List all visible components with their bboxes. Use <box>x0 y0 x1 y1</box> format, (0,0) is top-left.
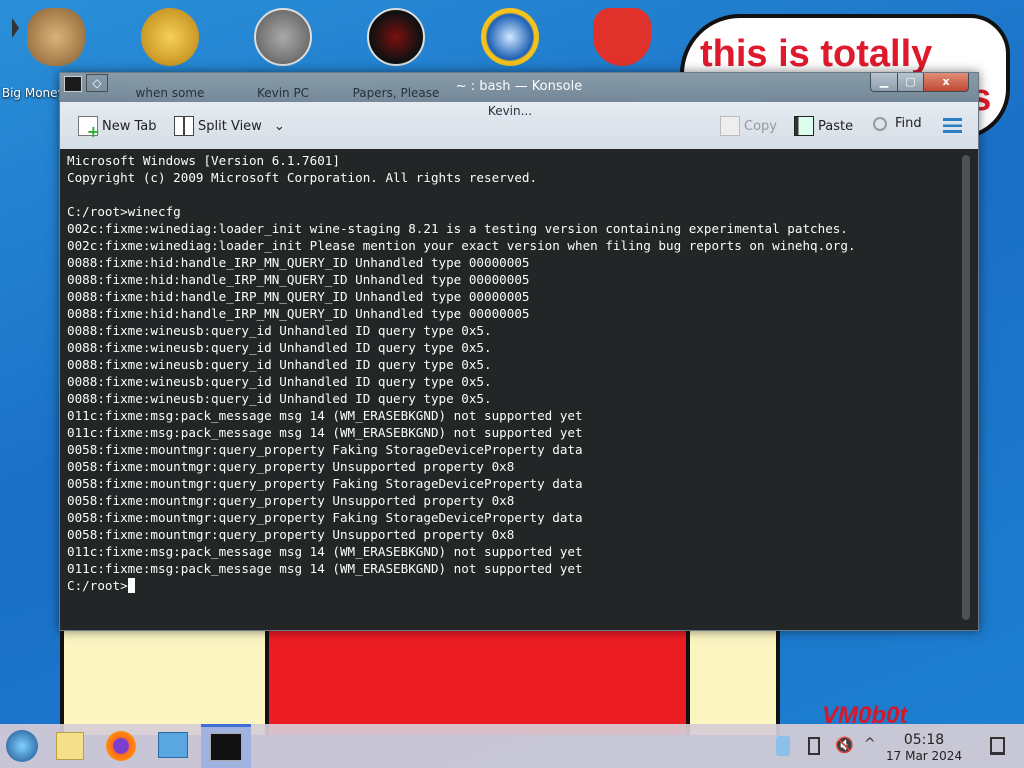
terminal-line: 0058:fixme:mountmgr:query_property Fakin… <box>67 510 583 525</box>
toolbar: + New Tab Split View ⌄ Copy Paste Find <box>60 102 978 149</box>
terminal-output[interactable]: Microsoft Windows [Version 6.1.7601] Copy… <box>60 149 978 630</box>
taskbar-control-panel[interactable] <box>153 728 193 764</box>
papers-please-icon <box>367 8 425 66</box>
desktop-icon-papers-please[interactable]: Papers, Please <box>341 8 451 100</box>
money-bag-icon <box>27 8 85 66</box>
file-manager-icon <box>56 732 84 760</box>
split-view-icon <box>174 116 194 136</box>
terminal-line: 0088:fixme:hid:handle_IRP_MN_QUERY_ID Un… <box>67 272 530 287</box>
globe-sun-icon <box>481 8 539 66</box>
terminal-line: 0088:fixme:hid:handle_IRP_MN_QUERY_ID Un… <box>67 306 530 321</box>
close-button[interactable]: x <box>923 73 969 92</box>
fox-icon <box>593 8 651 66</box>
terminal-prompt: C:/root> <box>67 578 128 593</box>
firefox-icon <box>106 731 136 761</box>
desktop-icon-r3dfox[interactable]: r3dfox <box>567 8 677 100</box>
new-tab-icon: + <box>78 116 100 140</box>
terminal-line: Microsoft Windows [Version 6.1.7601] <box>67 153 340 168</box>
volume-muted-icon[interactable]: 🔇 <box>835 736 854 754</box>
clock[interactable]: 05:18 17 Mar 2024 <box>886 732 962 763</box>
minimize-button[interactable]: ▁ <box>870 73 898 92</box>
text-cursor <box>127 578 135 593</box>
maximize-button[interactable]: ▢ <box>897 73 924 92</box>
taskbar-firefox[interactable] <box>101 728 141 764</box>
hamburger-menu-icon[interactable] <box>943 118 962 133</box>
clock-time: 05:18 <box>903 732 945 748</box>
terminal-line: 0058:fixme:mountmgr:query_property Fakin… <box>67 442 583 457</box>
title-bar[interactable]: ◇ ~ : bash — Konsole ▁ ▢ x <box>60 73 978 102</box>
terminal-line: 0088:fixme:wineusb:query_id Unhandled ID… <box>67 391 492 406</box>
terminal-line: 0088:fixme:wineusb:query_id Unhandled ID… <box>67 357 492 372</box>
konsole-icon <box>210 733 242 761</box>
clock-date: 17 Mar 2024 <box>886 749 963 763</box>
paste-button[interactable]: Paste <box>794 116 853 136</box>
terminal-line: 011c:fixme:msg:pack_message msg 14 (WM_E… <box>67 544 583 559</box>
control-panel-icon <box>158 732 188 758</box>
terminal-line: 0088:fixme:wineusb:query_id Unhandled ID… <box>67 340 492 355</box>
terminal-line: 0058:fixme:mountmgr:query_property Unsup… <box>67 527 515 542</box>
find-button[interactable]: Find <box>873 116 922 131</box>
taskbar-konsole[interactable] <box>201 724 251 768</box>
terminal-line: Copyright (c) 2009 Microsoft Corporation… <box>67 170 538 185</box>
terminal-line: 011c:fixme:msg:pack_message msg 14 (WM_E… <box>67 561 583 576</box>
taskbar: 🔇 ^ 05:18 17 Mar 2024 <box>0 724 1024 768</box>
gear-icon <box>141 8 199 66</box>
search-icon <box>873 116 887 131</box>
terminal-line: 0088:fixme:wineusb:query_id Unhandled ID… <box>67 323 492 338</box>
terminal-line: 0058:fixme:mountmgr:query_property Unsup… <box>67 493 515 508</box>
wallpaper-red-block <box>265 625 690 735</box>
copy-button[interactable]: Copy <box>720 116 777 136</box>
paste-icon <box>794 116 814 136</box>
konsole-window: ◇ ~ : bash — Konsole ▁ ▢ x + New Tab Spli… <box>59 72 979 631</box>
chevron-down-icon[interactable]: ⌄ <box>274 119 285 134</box>
network-tray-icon[interactable] <box>776 736 790 756</box>
start-orb-icon <box>6 730 38 762</box>
taskbar-file-manager[interactable] <box>50 728 90 764</box>
tray-expand-icon[interactable]: ^ <box>864 736 876 752</box>
terminal-line: C:/root>winecfg <box>67 204 181 219</box>
terminal-line: 0088:fixme:wineusb:query_id Unhandled ID… <box>67 374 492 389</box>
terminal-line: 0058:fixme:mountmgr:query_property Unsup… <box>67 459 515 474</box>
scrollbar[interactable] <box>962 155 970 620</box>
terminal-line: 0058:fixme:mountmgr:query_property Fakin… <box>67 476 583 491</box>
desktop-icon-globe[interactable]: Kevin... <box>455 8 565 118</box>
start-button[interactable] <box>2 728 42 764</box>
terminal-line: 002c:fixme:winediag:loader_init wine-sta… <box>67 221 848 236</box>
terminal-line: 0088:fixme:hid:handle_IRP_MN_QUERY_ID Un… <box>67 289 530 304</box>
split-view-button[interactable]: Split View ⌄ <box>174 116 285 136</box>
show-desktop-icon[interactable] <box>990 737 1005 755</box>
terminal-line: 0088:fixme:hid:handle_IRP_MN_QUERY_ID Un… <box>67 255 530 270</box>
speedometer-icon <box>254 8 312 66</box>
desktop-icon-big-money-deluxe[interactable]: Big Money Deluxe <box>1 8 111 100</box>
terminal-line: 002c:fixme:winediag:loader_init Please m… <box>67 238 856 253</box>
terminal-line: 011c:fixme:msg:pack_message msg 14 (WM_E… <box>67 425 583 440</box>
clipboard-tray-icon[interactable] <box>808 737 820 755</box>
desktop-icon-kevin-pc[interactable]: Kevin PC <box>228 8 338 100</box>
window-title: ~ : bash — Konsole <box>455 79 583 94</box>
copy-icon <box>720 116 740 136</box>
new-tab-button[interactable]: + New Tab <box>78 116 157 140</box>
desktop-icon-when-some[interactable]: when some <box>115 8 225 100</box>
terminal-line: 011c:fixme:msg:pack_message msg 14 (WM_E… <box>67 408 583 423</box>
